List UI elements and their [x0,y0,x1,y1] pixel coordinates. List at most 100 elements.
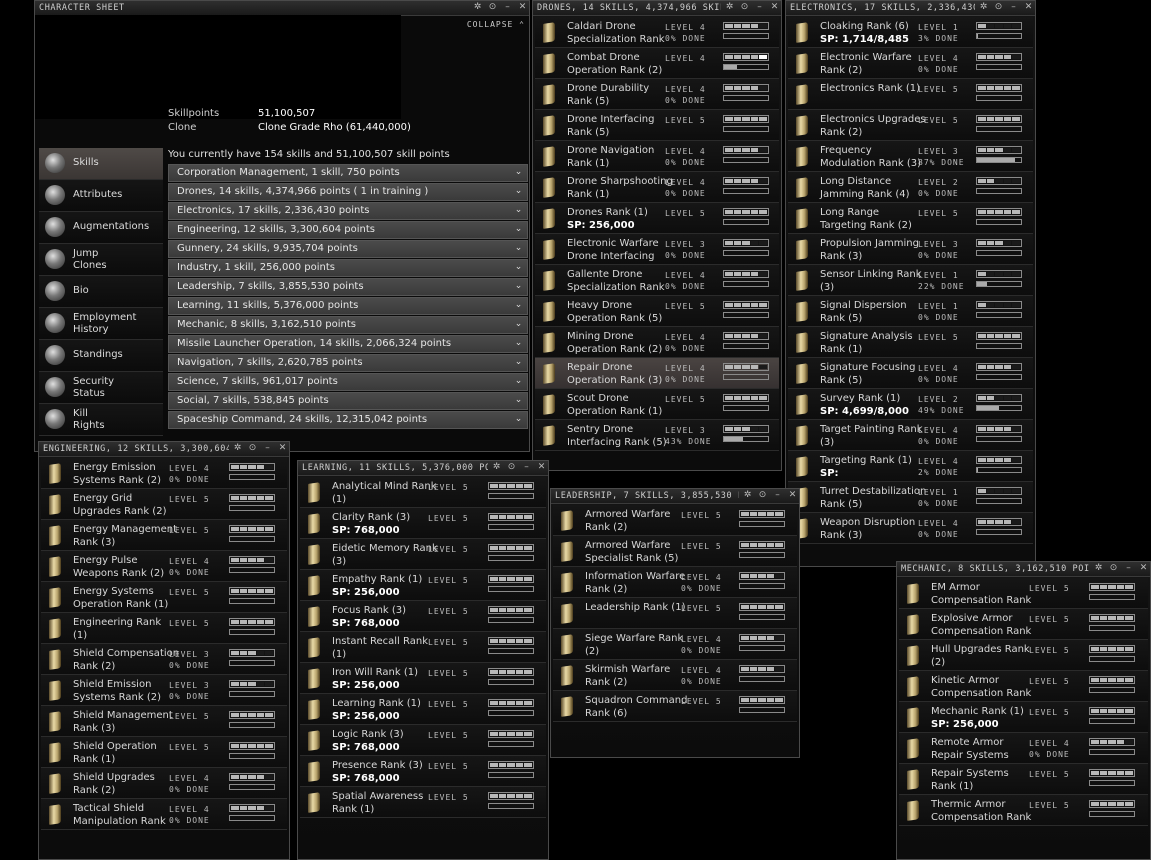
nav-item-kill-rights[interactable]: Kill Rights [39,404,163,436]
leadership-titlebar[interactable]: LEADERSHIP, 7 SKILLS, 3,855,530 POINTS ✲ ⊙… [551,489,799,504]
pin-icon[interactable]: ⊙ [488,2,497,12]
settings-icon[interactable]: ✲ [473,2,482,12]
expand-chevron-icon[interactable]: ⌄ [512,166,525,179]
nav-item-bio[interactable]: Bio [39,276,163,308]
pin-icon[interactable]: ⊙ [507,462,516,472]
skill-row[interactable]: Drones Rank (1) SP: 256,000 LEVEL 5 [535,203,779,234]
nav-item-attributes[interactable]: Attributes [39,180,163,212]
skill-group-row[interactable]: Engineering, 12 skills, 3,300,604 points… [168,221,528,239]
skill-row[interactable]: Energy Emission Systems Rank (2) LEVEL 40… [41,458,287,489]
skill-row[interactable]: Shield Management Rank (3) LEVEL 5 [41,706,287,737]
expand-chevron-icon[interactable]: ⌄ [512,356,525,369]
skill-row[interactable]: Focus Rank (3) SP: 768,000 LEVEL 5 [300,601,546,632]
settings-icon[interactable]: ✲ [233,443,242,453]
skill-row[interactable]: Sentry Drone Interfacing Rank (5) LEVEL 3… [535,420,779,451]
skill-row[interactable]: Kinetic Armor Compensation Rank LEVEL 5 [899,671,1148,702]
skill-row[interactable]: Leadership Rank (1) LEVEL 5 [553,598,797,629]
nav-item-jump-clones[interactable]: Jump Clones [39,244,163,276]
settings-icon[interactable]: ✲ [979,2,988,12]
minimize-icon[interactable]: – [1124,563,1133,573]
skill-row[interactable]: Mining Drone Operation Rank (2) LEVEL 4 0%… [535,327,779,358]
close-icon[interactable]: ✕ [278,443,287,453]
minimize-icon[interactable]: – [755,2,764,12]
nav-item-security-status[interactable]: Security Status [39,372,163,404]
settings-icon[interactable]: ✲ [492,462,501,472]
skill-row[interactable]: Presence Rank (3) SP: 768,000 LEVEL 5 [300,756,546,787]
skill-row[interactable]: Weapon Disruption Rank (3) LEVEL 4 0% DONE [788,513,1033,544]
skill-row[interactable]: Eidetic Memory Rank (3) LEVEL 5 [300,539,546,570]
skill-row[interactable]: Targeting Rank (1) SP: LEVEL 4 2% DONE [788,451,1033,482]
skill-row[interactable]: Siege Warfare Rank (2) LEVEL 4 0% DONE [553,629,797,660]
minimize-icon[interactable]: – [263,443,272,453]
close-icon[interactable]: ✕ [788,490,797,500]
skill-row[interactable]: Target Painting Rank (3) LEVEL 4 0% DONE [788,420,1033,451]
skill-row[interactable]: Explosive Armor Compensation Rank LEVEL 5 [899,609,1148,640]
skill-row[interactable]: Drone Durability Rank (5) LEVEL 4 0% DONE [535,79,779,110]
skill-row[interactable]: Shield Upgrades Rank (2) LEVEL 4 0% DONE [41,768,287,799]
skill-row[interactable]: Learning Rank (1) SP: 256,000 LEVEL 5 [300,694,546,725]
expand-chevron-icon[interactable]: ⌄ [512,337,525,350]
collapse-button[interactable]: COLLAPSE ⌃ [467,20,525,29]
skill-row[interactable]: Squadron Command Rank (6) LEVEL 5 [553,691,797,722]
expand-chevron-icon[interactable]: ⌄ [512,280,525,293]
skill-group-row[interactable]: Leadership, 7 skills, 3,855,530 points ⌄ [168,278,528,296]
close-icon[interactable]: ✕ [1139,563,1148,573]
skill-row[interactable]: Instant Recall Rank (1) LEVEL 5 [300,632,546,663]
skill-row[interactable]: Clarity Rank (3) SP: 768,000 LEVEL 5 [300,508,546,539]
close-icon[interactable]: ✕ [1024,2,1033,12]
skill-row[interactable]: Energy Management Rank (3) LEVEL 5 [41,520,287,551]
skill-group-row[interactable]: Gunnery, 24 skills, 9,935,704 points ⌄ [168,240,528,258]
skill-group-row[interactable]: Corporation Management, 1 skill, 750 poi… [168,164,528,182]
learning-titlebar[interactable]: LEARNING, 11 SKILLS, 5,376,000 POINTS ✲ ⊙–… [298,461,548,476]
skill-row[interactable]: Shield Compensation Rank (2) LEVEL 3 0% DO… [41,644,287,675]
expand-chevron-icon[interactable]: ⌄ [512,242,525,255]
skill-group-row[interactable]: Electronics, 17 skills, 2,336,430 points… [168,202,528,220]
skill-row[interactable]: Energy Pulse Weapons Rank (2) LEVEL 4 0% D… [41,551,287,582]
minimize-icon[interactable]: – [1009,2,1018,12]
skill-row[interactable]: Iron Will Rank (1) SP: 256,000 LEVEL 5 [300,663,546,694]
skill-group-row[interactable]: Learning, 11 skills, 5,376,000 points ⌄ [168,297,528,315]
skill-row[interactable]: Caldari Drone Specialization Rank LEVEL 4… [535,17,779,48]
skill-group-row[interactable]: Navigation, 7 skills, 2,620,785 points ⌄ [168,354,528,372]
skill-row[interactable]: Energy Grid Upgrades Rank (2) LEVEL 5 [41,489,287,520]
skill-row[interactable]: Gallente Drone Specialization Rank LEVEL … [535,265,779,296]
drones-titlebar[interactable]: DRONES, 14 SKILLS, 4,374,966 SKILL POINT… [533,1,781,16]
skill-group-row[interactable]: Spaceship Command, 24 skills, 12,315,042… [168,411,528,429]
skill-row[interactable]: Thermic Armor Compensation Rank LEVEL 5 [899,795,1148,826]
skill-row[interactable]: EM Armor Compensation Rank LEVEL 5 [899,578,1148,609]
skill-group-row[interactable]: Drones, 14 skills, 4,374,966 points ( 1 … [168,183,528,201]
nav-item-skills[interactable]: Skills [39,148,163,180]
skill-row[interactable]: Energy Systems Operation Rank (1) LEVEL 5 [41,582,287,613]
skill-group-row[interactable]: Social, 7 skills, 538,845 points ⌄ [168,392,528,410]
skill-group-row[interactable]: Science, 7 skills, 961,017 points ⌄ [168,373,528,391]
skill-row[interactable]: Drone Navigation Rank (1) LEVEL 4 0% DONE [535,141,779,172]
expand-chevron-icon[interactable]: ⌄ [512,299,525,312]
skill-row[interactable]: Electronic Warfare Rank (2) LEVEL 4 0% DON… [788,48,1033,79]
engineering-titlebar[interactable]: ENGINEERING, 12 SKILLS, 3,300,604 POINTS… [39,442,289,457]
skill-row[interactable]: Hull Upgrades Rank (2) LEVEL 5 [899,640,1148,671]
pin-icon[interactable]: ⊙ [248,443,257,453]
expand-chevron-icon[interactable]: ⌄ [512,394,525,407]
skill-row[interactable]: Sensor Linking Rank (3) LEVEL 1 22% DONE [788,265,1033,296]
skill-row[interactable]: Repair Systems Rank (1) LEVEL 5 [899,764,1148,795]
skill-row[interactable]: Turret Destabilization Rank (5) LEVEL 1 0%… [788,482,1033,513]
settings-icon[interactable]: ✲ [725,2,734,12]
skill-group-row[interactable]: Mechanic, 8 skills, 3,162,510 points ⌄ [168,316,528,334]
nav-item-standings[interactable]: Standings [39,340,163,372]
skill-row[interactable]: Heavy Drone Operation Rank (5) LEVEL 5 [535,296,779,327]
pin-icon[interactable]: ⊙ [1109,563,1118,573]
expand-chevron-icon[interactable]: ⌄ [512,185,525,198]
skill-row[interactable]: Shield Emission Systems Rank (2) LEVEL 30… [41,675,287,706]
skill-row[interactable]: Remote Armor Repair Systems LEVEL 4 0% DON… [899,733,1148,764]
expand-chevron-icon[interactable]: ⌄ [512,318,525,331]
settings-icon[interactable]: ✲ [1094,563,1103,573]
skill-row[interactable]: Drone Interfacing Rank (5) LEVEL 5 [535,110,779,141]
skill-row[interactable]: Skirmish Warfare Rank (2) LEVEL 4 0% DONE [553,660,797,691]
character-sheet-titlebar[interactable]: CHARACTER SHEET ✲ ⊙ – ✕ [35,1,529,16]
skill-row[interactable]: Empathy Rank (1) SP: 256,000 LEVEL 5 [300,570,546,601]
close-icon[interactable]: ✕ [518,2,527,12]
skill-row[interactable]: Drone Sharpshooting Rank (1) LEVEL 4 0% DO… [535,172,779,203]
close-icon[interactable]: ✕ [537,462,546,472]
pin-icon[interactable]: ⊙ [758,490,767,500]
minimize-icon[interactable]: – [522,462,531,472]
